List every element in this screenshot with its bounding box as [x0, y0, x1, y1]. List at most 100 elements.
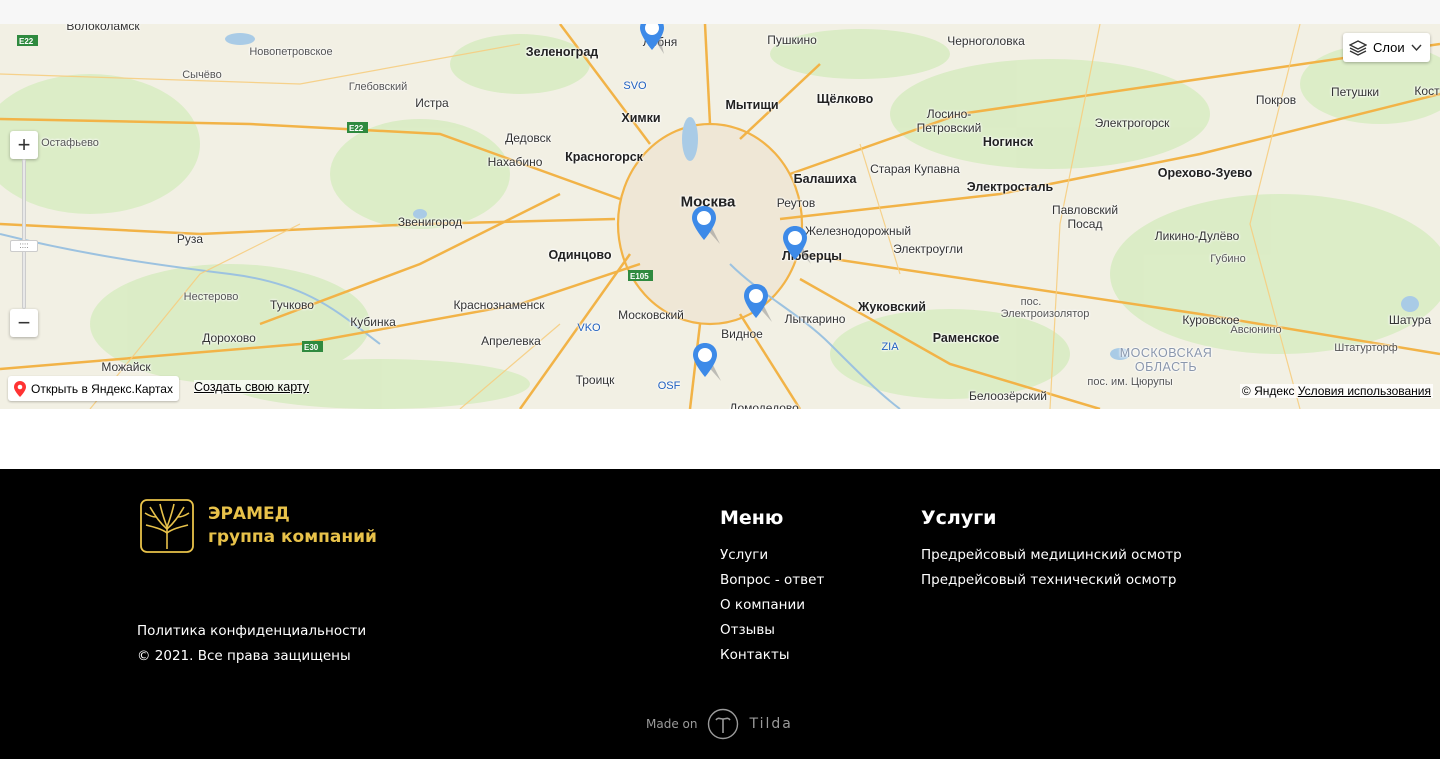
- tree-logo-icon: [140, 499, 194, 553]
- legal-block: Политика конфиденциальности © 2021. Все …: [137, 619, 366, 669]
- city-label: Московский: [618, 308, 684, 322]
- city-label: Балашиха: [793, 172, 857, 186]
- open-yandex-label: Открыть в Яндекс.Картах: [31, 381, 173, 396]
- zoom-slider[interactable]: ::::: [10, 159, 38, 309]
- made-on-tilda-link[interactable]: Made on Tilda: [646, 708, 793, 740]
- city-label: Авсюнино: [1230, 324, 1282, 336]
- chevron-down-icon: [1411, 44, 1422, 51]
- plus-icon: +: [17, 132, 31, 157]
- city-label: Губино: [1210, 253, 1246, 265]
- map-pin[interactable]: [783, 226, 815, 268]
- city-label: Видное: [721, 327, 763, 341]
- menu-item-faq[interactable]: Вопрос - ответ: [720, 568, 824, 593]
- city-label: Остафьево: [41, 137, 99, 149]
- services-list: Предрейсовый медицинский осмотр Предрейс…: [921, 543, 1182, 593]
- city-label: Старая Купавна: [870, 162, 960, 176]
- city-label: Ликино-Дулёво: [1154, 229, 1240, 243]
- city-label: Ногинск: [982, 135, 1034, 149]
- city-label: Мытищи: [725, 98, 779, 112]
- svg-text:E105: E105: [630, 272, 649, 281]
- privacy-policy-link[interactable]: Политика конфиденциальности: [137, 619, 366, 644]
- menu-item-services[interactable]: Услуги: [720, 543, 824, 568]
- layers-button[interactable]: Слои: [1343, 33, 1430, 62]
- city-label: Руза: [176, 232, 204, 246]
- city-label: Троицк: [575, 373, 615, 387]
- made-on-label: Made on: [646, 717, 698, 731]
- city-label: Щёлково: [816, 92, 874, 106]
- city-label: Жуковский: [858, 300, 926, 314]
- airport-label: VKO: [577, 322, 601, 334]
- city-label: пос.: [1020, 296, 1042, 308]
- city-label: Раменское: [932, 331, 1000, 345]
- menu-list: Услуги Вопрос - ответ О компании Отзывы …: [720, 543, 824, 668]
- city-label: Железнодорожный: [804, 224, 912, 238]
- create-map-link[interactable]: Создать свою карту: [194, 380, 310, 394]
- city-label: пос. им. Цюрупы: [1087, 376, 1173, 388]
- menu-item-contacts[interactable]: Контакты: [720, 643, 824, 668]
- city-label: Нахабино: [487, 155, 543, 169]
- city-label: Тучково: [270, 298, 314, 312]
- city-label: Новопетровское: [249, 46, 333, 58]
- city-label: Сычёво: [182, 69, 222, 81]
- city-label: Истра: [415, 96, 449, 110]
- city-label: Звенигород: [397, 215, 463, 229]
- zoom-out-button[interactable]: −: [10, 309, 38, 337]
- menu-title: Меню: [720, 507, 784, 529]
- yandex-map[interactable]: E22 E22 E105 E30 Волоколамск Зеленоград …: [0, 24, 1440, 409]
- copyright-text: © 2021. Все права защищены: [137, 648, 351, 664]
- map-pin[interactable]: [692, 206, 724, 248]
- city-label: Зеленоград: [525, 45, 599, 59]
- city-label: Химки: [621, 111, 661, 125]
- zoom-track: [22, 159, 26, 309]
- city-label: Одинцово: [548, 248, 612, 262]
- city-label: Покров: [1255, 93, 1297, 107]
- city-label: Реутов: [776, 196, 816, 210]
- city-label: Нестерово: [183, 291, 239, 303]
- tilda-logo-icon: [708, 708, 739, 740]
- city-label: Черноголовка: [947, 34, 1025, 48]
- company-logo[interactable]: ЭРАМЕД группа компаний: [140, 499, 377, 553]
- city-label: Лосино-Петровский: [916, 107, 982, 135]
- terms-link[interactable]: Условия использования: [1298, 384, 1431, 398]
- open-in-yandex-maps-button[interactable]: Открыть в Яндекс.Картах: [8, 376, 179, 401]
- city-label: Можайск: [101, 360, 151, 374]
- city-label: Пушкино: [767, 33, 817, 47]
- map-pin[interactable]: [640, 24, 672, 58]
- city-label: Электроугли: [893, 242, 963, 256]
- map-pin[interactable]: [693, 343, 725, 385]
- svg-text:E22: E22: [19, 37, 34, 46]
- city-label: Краснознаменск: [453, 298, 545, 312]
- tilda-name: Tilda: [749, 716, 793, 732]
- zoom-control: + :::: −: [10, 131, 38, 337]
- city-label: Белоозёрский: [968, 389, 1048, 403]
- city-label: Штатурторф: [1334, 342, 1398, 354]
- city-label: Электрогорск: [1094, 116, 1170, 130]
- service-item-technical[interactable]: Предрейсовый технический осмотр: [921, 568, 1182, 593]
- city-label: Дедовск: [505, 131, 551, 145]
- svg-text:E22: E22: [349, 124, 364, 133]
- location-pin-icon: [14, 380, 26, 397]
- minus-icon: −: [17, 310, 31, 335]
- city-label: Лыткарино: [784, 312, 846, 326]
- airport-label: ZIA: [881, 341, 899, 353]
- menu-item-reviews[interactable]: Отзывы: [720, 618, 824, 643]
- city-label: Электроизолятор: [1000, 308, 1090, 320]
- map-pin[interactable]: [744, 284, 776, 326]
- map-copyright: © Яндекс Условия использования: [1239, 384, 1433, 398]
- zoom-in-button[interactable]: +: [10, 131, 38, 159]
- layers-icon: [1349, 39, 1367, 56]
- menu-item-about[interactable]: О компании: [720, 593, 824, 618]
- yandex-copyright: © Яндекс: [1241, 384, 1295, 398]
- region-label: МОСКОВСКАЯ ОБЛАСТЬ: [1119, 346, 1213, 374]
- logo-line2: группа компаний: [208, 527, 377, 547]
- city-label: Петушки: [1330, 85, 1380, 99]
- service-item-medical[interactable]: Предрейсовый медицинский осмотр: [921, 543, 1182, 568]
- logo-line1: ЭРАМЕД: [208, 504, 290, 524]
- city-label: Глебовский: [348, 81, 408, 93]
- airport-label: OSF: [657, 380, 681, 392]
- city-label: Дорохово: [202, 331, 256, 345]
- airport-label: SVO: [623, 80, 647, 92]
- city-label: Электросталь: [966, 180, 1054, 194]
- zoom-handle[interactable]: ::::: [10, 240, 38, 252]
- city-label: Кост: [1414, 84, 1440, 98]
